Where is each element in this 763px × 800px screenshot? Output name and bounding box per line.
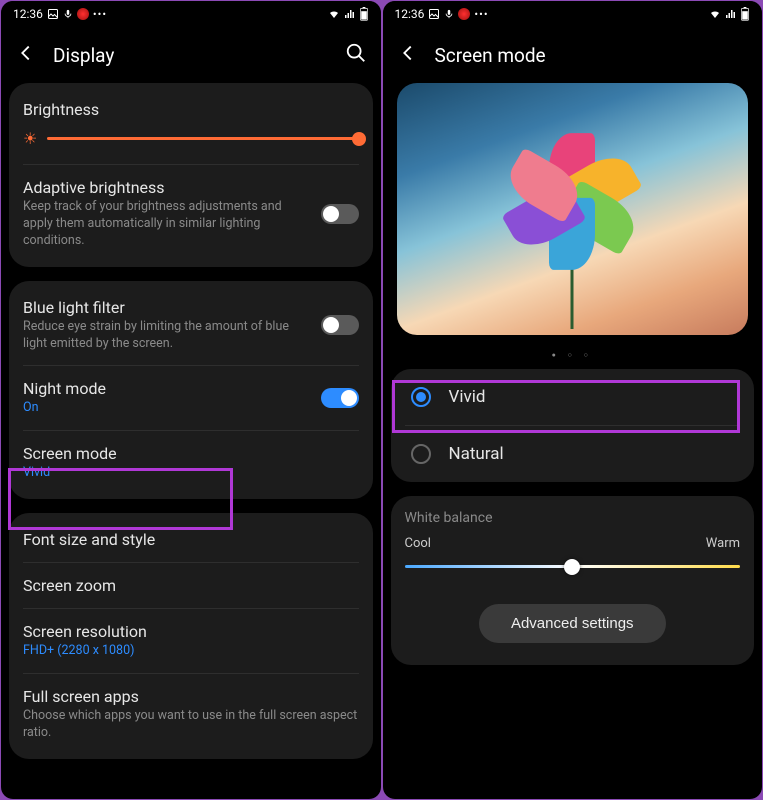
mic-icon (444, 8, 454, 20)
fullscreen-row[interactable]: Full screen apps Choose which apps you w… (9, 674, 373, 755)
adaptive-label: Adaptive brightness (23, 178, 309, 197)
page-title: Screen mode (435, 44, 749, 67)
night-mode-toggle[interactable] (321, 388, 359, 408)
sun-icon: ☀ (23, 129, 37, 148)
mode-options-card: Vivid Natural (391, 369, 755, 482)
blue-light-label: Blue light filter (23, 298, 309, 317)
app-bar: Screen mode (383, 27, 763, 83)
brightness-card: Brightness ☀ Adaptive brightness Keep tr… (9, 83, 373, 267)
search-icon[interactable] (345, 42, 367, 68)
blue-light-row[interactable]: Blue light filter Reduce eye strain by l… (9, 285, 373, 366)
radio-icon (411, 444, 431, 464)
mode-card: Blue light filter Reduce eye strain by l… (9, 281, 373, 500)
wb-cool-label: Cool (405, 536, 431, 551)
white-balance-card: White balance Cool Warm Advanced setting… (391, 496, 755, 665)
screen-mode-sub: Vivid (23, 465, 359, 482)
mode-preview-image[interactable] (397, 83, 749, 335)
fullscreen-label: Full screen apps (23, 687, 359, 706)
adaptive-toggle[interactable] (321, 204, 359, 224)
display-settings-screen: 12:36 ••• Display (1, 1, 381, 799)
resolution-sub: FHD+ (2280 x 1080) (23, 643, 359, 660)
more-icon: ••• (93, 8, 107, 21)
wb-warm-label: Warm (706, 536, 740, 551)
status-bar: 12:36 ••• (383, 1, 763, 27)
screen-mode-row[interactable]: Screen mode Vivid (9, 431, 373, 495)
resolution-row[interactable]: Screen resolution FHD+ (2280 x 1080) (9, 609, 373, 673)
natural-label: Natural (449, 444, 504, 464)
night-mode-sub: On (23, 400, 309, 417)
font-size-label: Font size and style (23, 530, 359, 549)
image-icon (428, 8, 440, 20)
white-balance-slider[interactable] (405, 565, 741, 568)
carousel-dots: ● ○ ○ (391, 347, 755, 369)
adaptive-brightness-row[interactable]: Adaptive brightness Keep track of your b… (9, 165, 373, 263)
vivid-option[interactable]: Vivid (391, 369, 755, 425)
night-mode-row[interactable]: Night mode On (9, 366, 373, 430)
font-size-row[interactable]: Font size and style (9, 517, 373, 562)
screen-mode-settings-screen: 12:36 ••• Screen mode (383, 1, 763, 799)
radio-icon (411, 387, 431, 407)
screen-zoom-label: Screen zoom (23, 576, 359, 595)
screen-zoom-row[interactable]: Screen zoom (9, 563, 373, 608)
signal-icon (344, 8, 356, 20)
app-icon (77, 8, 89, 20)
fullscreen-sub: Choose which apps you want to use in the… (23, 708, 359, 742)
natural-option[interactable]: Natural (391, 426, 755, 482)
app-bar: Display (1, 27, 381, 83)
page-title: Display (53, 44, 329, 67)
font-card: Font size and style Screen zoom Screen r… (9, 513, 373, 759)
vivid-label: Vivid (449, 387, 486, 407)
adaptive-sub: Keep track of your brightness adjustment… (23, 199, 309, 250)
more-icon: ••• (474, 8, 488, 21)
wifi-icon (327, 8, 341, 20)
status-time: 12:36 (13, 7, 43, 21)
screen-mode-label: Screen mode (23, 444, 359, 463)
night-mode-label: Night mode (23, 379, 309, 398)
blue-light-sub: Reduce eye strain by limiting the amount… (23, 319, 309, 353)
back-icon[interactable] (15, 42, 37, 68)
battery-icon (740, 7, 750, 21)
resolution-label: Screen resolution (23, 622, 359, 641)
brightness-label: Brightness (23, 100, 359, 119)
status-time: 12:36 (395, 7, 425, 21)
white-balance-label: White balance (391, 500, 755, 532)
battery-icon (359, 7, 369, 21)
back-icon[interactable] (397, 42, 419, 68)
signal-icon (725, 8, 737, 20)
image-icon (47, 8, 59, 20)
status-bar: 12:36 ••• (1, 1, 381, 27)
blue-light-toggle[interactable] (321, 315, 359, 335)
app-icon (458, 8, 470, 20)
mic-icon (63, 8, 73, 20)
brightness-slider[interactable]: ☀ (9, 121, 373, 164)
advanced-settings-button[interactable]: Advanced settings (479, 604, 666, 643)
wifi-icon (708, 8, 722, 20)
